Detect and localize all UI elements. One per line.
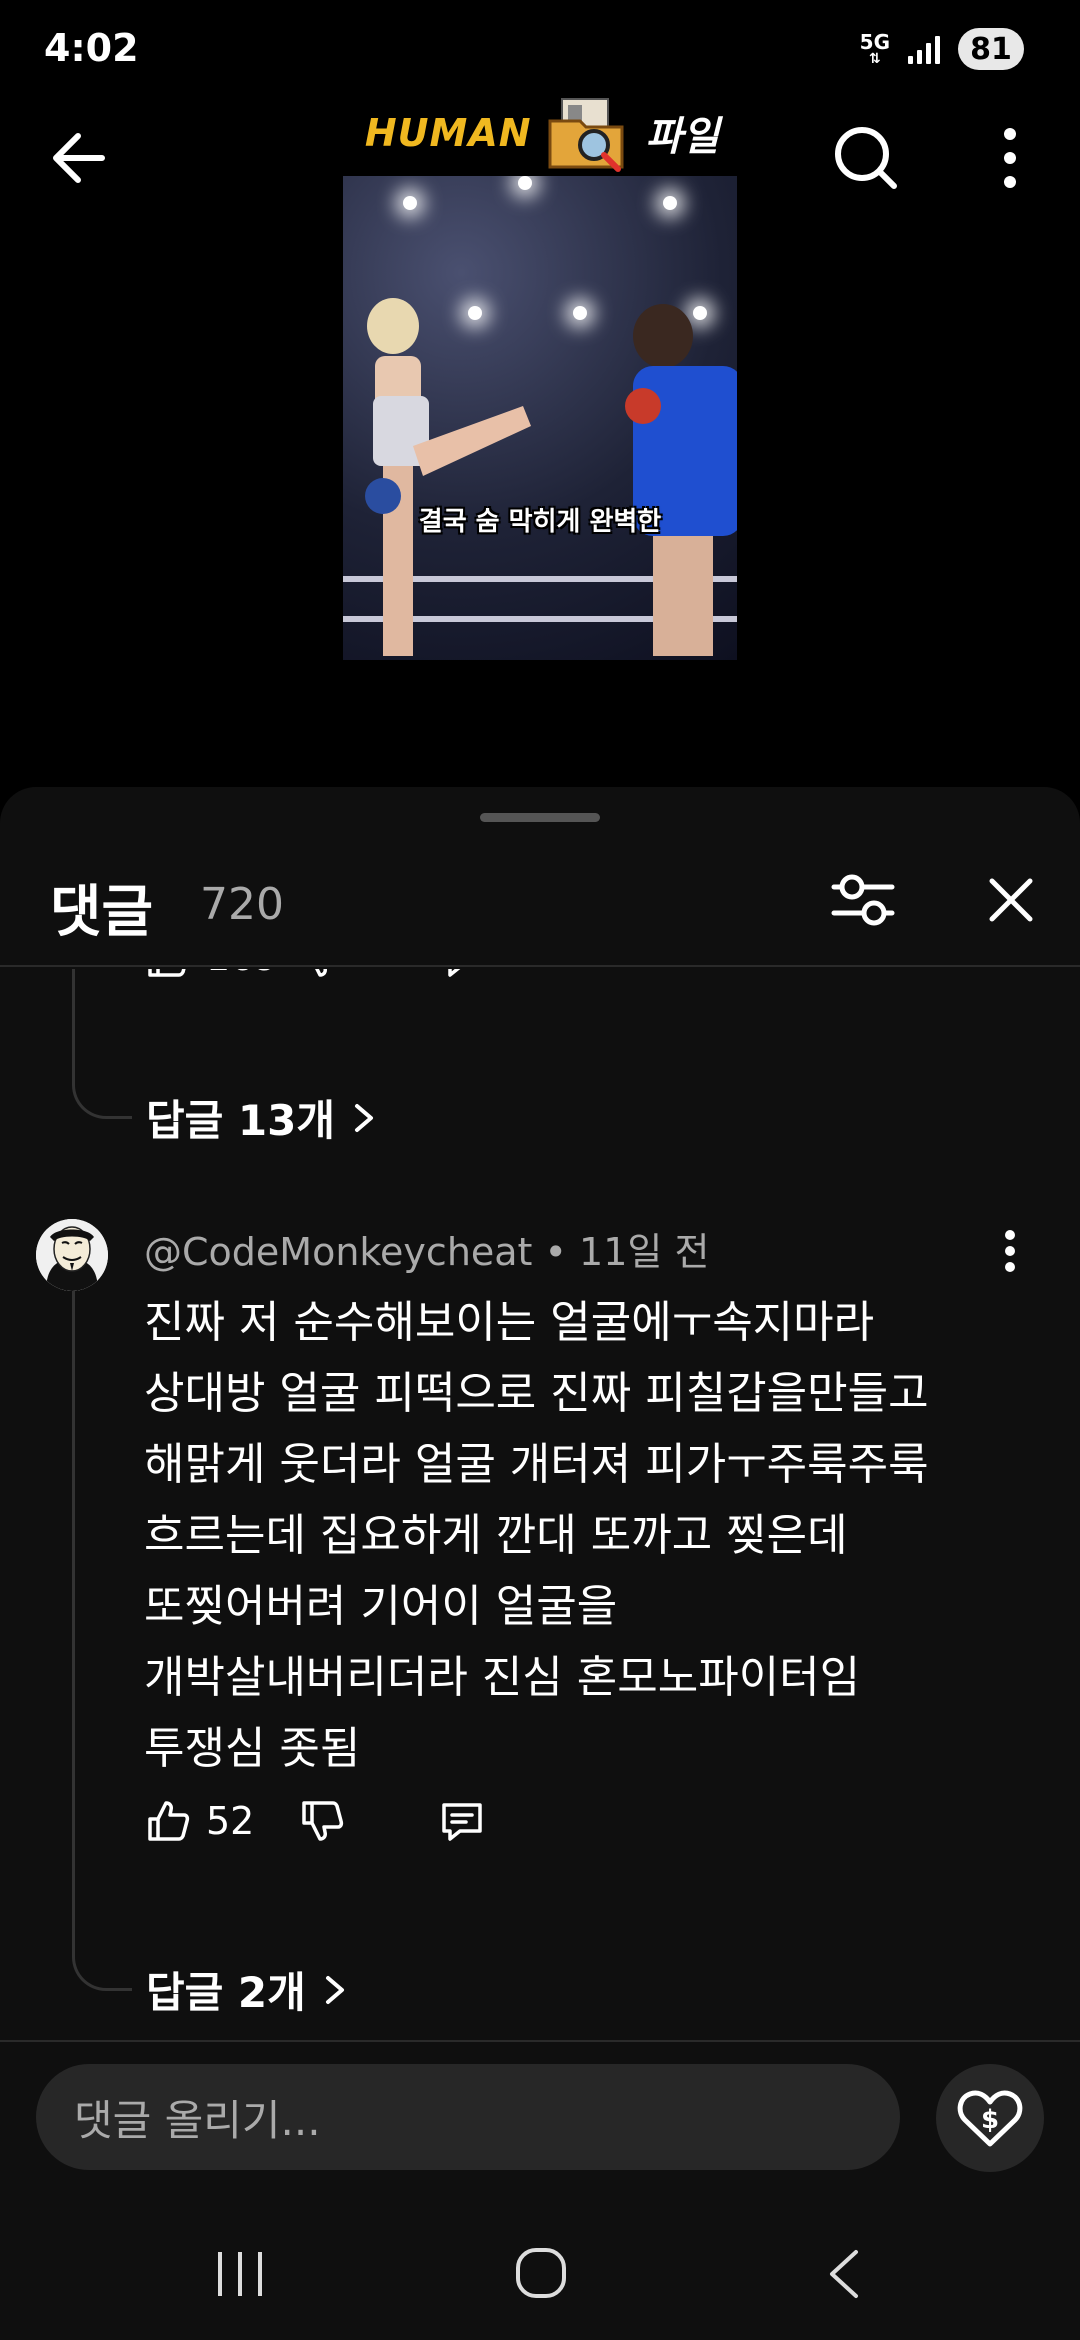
status-bar: 4:02 5G ⇅ 81 [0, 0, 1080, 100]
replies-label: 답글 13개 [146, 1096, 335, 1145]
heart-dollar-icon: $ [957, 2090, 1023, 2147]
chevron-left-icon [830, 2250, 858, 2298]
thread-line [72, 969, 132, 1119]
battery-indicator: 81 [958, 28, 1024, 70]
meta-separator: • [532, 1230, 580, 1274]
replies-label: 답글 2개 [146, 1968, 306, 2017]
fighter-left [365, 298, 531, 656]
comments-title: 댓글 [50, 880, 154, 945]
comment-meta: @CodeMonkeycheat • 11일 전 [144, 1221, 709, 1276]
more-vertical-icon [1004, 128, 1016, 188]
view-replies-link[interactable]: 답글 13개 [146, 1087, 377, 1148]
video-caption: 결국 숨 막히게 완벽한 [418, 507, 662, 537]
search-icon [835, 127, 897, 189]
status-icons: 5G ⇅ 81 [860, 28, 1024, 70]
network-5g-icon: 5G ⇅ [859, 30, 890, 67]
tune-sliders-icon [831, 874, 895, 926]
more-vertical-icon [1005, 1230, 1015, 1272]
reply-button-icon[interactable] [438, 969, 486, 981]
like-count: 52 [206, 1799, 255, 1843]
recent-apps-button[interactable] [210, 2246, 270, 2302]
comment-actions: 169 [144, 969, 486, 987]
home-button[interactable] [510, 2242, 572, 2304]
sort-filter-button[interactable] [830, 867, 896, 933]
signal-strength-icon [908, 34, 940, 64]
stage-light [573, 306, 587, 320]
chevron-right-icon [325, 1975, 344, 2004]
back-button[interactable] [40, 118, 120, 198]
logo-text-en: HUMAN [364, 111, 532, 155]
like-count: 169 [206, 969, 298, 979]
chevron-right-icon [355, 1103, 373, 1132]
drag-handle[interactable] [480, 813, 600, 822]
comment-composer: 댓글 올리기... $ [0, 2040, 1080, 2200]
dislike-button-icon[interactable] [298, 1797, 346, 1845]
like-button-icon[interactable] [144, 1797, 192, 1845]
stage-light [663, 196, 677, 210]
comments-count: 720 [200, 879, 284, 930]
svg-text:$: $ [981, 2105, 999, 2135]
home-icon [516, 2248, 566, 2298]
comment-text: 진짜 저 순수해보이는 얼굴에ㅜ속지마라 상대방 얼굴 피떡으로 진짜 피칠갑을… [144, 1297, 929, 1774]
search-button[interactable] [820, 118, 910, 198]
channel-logo: HUMAN 파일 [352, 88, 732, 178]
close-comments-button[interactable] [978, 867, 1044, 933]
thread-line [72, 1269, 132, 1991]
comment-input[interactable]: 댓글 올리기... [36, 2064, 900, 2170]
close-icon [989, 878, 1033, 922]
mask-avatar-icon [36, 1219, 108, 1291]
folder-magnifier-icon [548, 98, 624, 172]
more-options-button[interactable] [980, 118, 1040, 198]
comment-author[interactable]: @CodeMonkeycheat [144, 1230, 532, 1274]
system-nav-bar [0, 2200, 1080, 2340]
stage-light [403, 196, 417, 210]
super-thanks-button[interactable]: $ [936, 2064, 1044, 2172]
network-label: 5G [859, 30, 890, 54]
avatar[interactable] [36, 1219, 108, 1291]
view-replies-link[interactable]: 답글 2개 [146, 1959, 348, 2020]
fighter-right [625, 304, 737, 656]
comment-time: 11일 전 [579, 1230, 710, 1274]
comments-list[interactable]: 169 답글 13개 [0, 969, 1080, 2041]
reply-button-icon[interactable] [438, 1797, 486, 1845]
comment-actions: 52 [144, 1791, 486, 1851]
video-player[interactable]: 결국 숨 막히게 완벽한 [343, 176, 737, 660]
stage-light [518, 176, 532, 190]
comments-header: 댓글 720 [0, 827, 1080, 967]
dislike-button-icon[interactable] [298, 969, 346, 981]
comment-more-button[interactable] [990, 1221, 1030, 1281]
status-time: 4:02 [44, 26, 139, 70]
logo-text-ko: 파일 [645, 114, 720, 160]
system-back-button[interactable] [820, 2244, 868, 2304]
recents-icon [218, 2252, 262, 2296]
back-arrow-icon [53, 133, 105, 183]
like-button-icon[interactable] [144, 969, 192, 981]
